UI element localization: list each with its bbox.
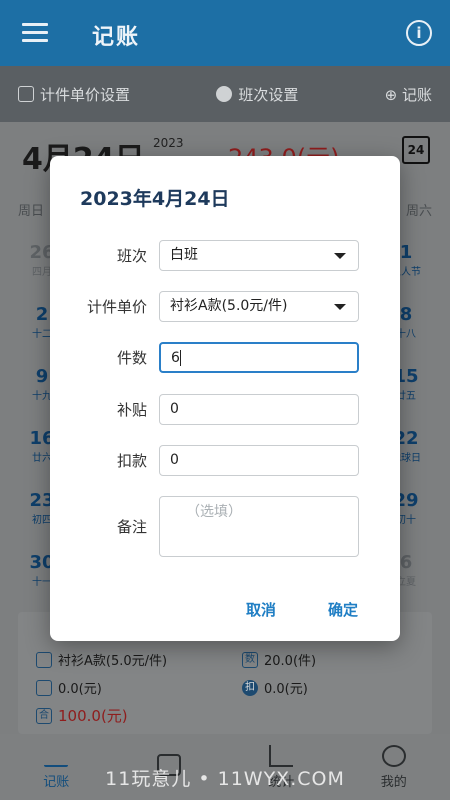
quantity-input[interactable]: 6	[159, 342, 359, 373]
deduction-label: 扣款	[116, 452, 147, 470]
chevron-down-icon	[334, 253, 346, 259]
watermark: 11玩意儿 • 11WYX.COM	[105, 768, 345, 790]
toolbar: 计件单价设置 班次设置 ⊕ 记账	[0, 66, 450, 122]
calendar-icon[interactable]: 24	[402, 136, 430, 164]
shift-label: 班次	[116, 247, 147, 265]
dialog-title: 2023年4月24日	[80, 188, 230, 210]
confirm-button[interactable]: 确定	[328, 599, 358, 620]
clock-icon	[216, 86, 233, 102]
summary-subsidy: 0.0(元)	[36, 678, 102, 697]
info-icon[interactable]: i	[406, 20, 432, 46]
cancel-button[interactable]: 取消	[246, 599, 276, 620]
note-label: 备注	[116, 518, 147, 536]
shift-select[interactable]: 白班	[159, 240, 359, 271]
summary-count: 数 20.0(件)	[242, 650, 316, 669]
bag-icon	[36, 651, 52, 668]
selected-year: 2023	[153, 136, 184, 150]
shift-settings-button[interactable]: 班次设置	[216, 84, 298, 105]
piece-price-label: 计件单价	[86, 298, 147, 316]
total-icon: 合	[36, 707, 52, 724]
count-icon: 数	[242, 651, 258, 668]
subsidy-label: 补贴	[116, 401, 147, 419]
menu-icon[interactable]	[22, 23, 48, 43]
chevron-down-icon	[334, 304, 346, 310]
piece-price-settings-label: 计件单价设置	[40, 85, 131, 104]
summary-deduction: 扣 0.0(元)	[242, 678, 308, 697]
subsidy-icon	[36, 679, 52, 696]
add-record-label: ⊕ 记账	[384, 85, 432, 104]
add-record-button[interactable]: ⊕ 记账	[385, 84, 432, 105]
record-dialog: 2023年4月24日 班次 白班 计件单价 衬衫A款(5.0元/件) 件数 6 …	[50, 156, 400, 641]
deduction-icon: 扣	[242, 679, 258, 696]
app-title: 记账	[92, 25, 141, 50]
note-textarea[interactable]: （选填）	[159, 496, 359, 557]
app-bar: 记账 i	[0, 0, 450, 66]
summary-total: 合 100.0(元)	[36, 705, 128, 726]
summary-item: 衬衫A款(5.0元/件)	[36, 650, 167, 669]
piece-price-settings-button[interactable]: 计件单价设置	[18, 84, 130, 105]
subsidy-input[interactable]: 0	[159, 394, 359, 425]
shift-settings-label: 班次设置	[238, 85, 299, 104]
piece-price-select[interactable]: 衬衫A款(5.0元/件)	[159, 291, 359, 322]
deduction-input[interactable]: 0	[159, 445, 359, 476]
bag-icon	[18, 86, 34, 102]
quantity-label: 件数	[116, 349, 147, 367]
weekday-sunday: 周日	[18, 204, 45, 219]
weekday-saturday: 周六	[405, 204, 432, 219]
